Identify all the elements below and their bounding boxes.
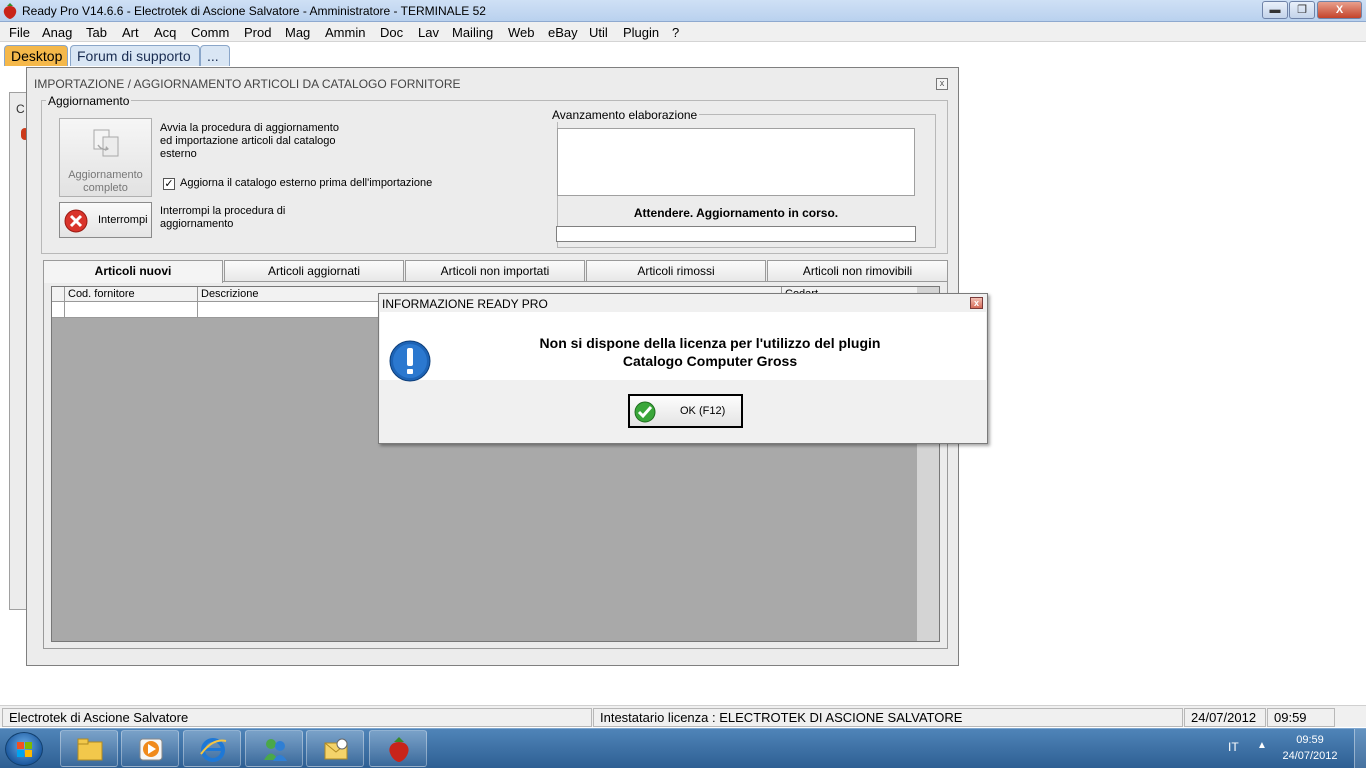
tab-forum[interactable]: Forum di supporto: [70, 45, 200, 66]
status-message: Attendere. Aggiornamento in corso.: [633, 206, 839, 220]
menu-web[interactable]: Web: [508, 25, 535, 40]
menu-ammin[interactable]: Ammin: [325, 25, 365, 40]
tab-articoli-non-rimovibili[interactable]: Articoli non rimovibili: [767, 260, 948, 281]
aggiornamento-button-label: Aggiornamento: [68, 169, 143, 181]
clock-date[interactable]: 24/07/2012: [1276, 750, 1344, 762]
aggiornamento-description: ed importazione articoli dal catalogo: [160, 135, 336, 147]
media-player-icon: [139, 738, 163, 761]
menu-prod[interactable]: Prod: [244, 25, 271, 40]
background-window-label: C: [16, 102, 25, 116]
ready-pro-icon: [389, 737, 409, 762]
tab-articoli-aggiornati[interactable]: Articoli aggiornati: [224, 260, 404, 281]
menu-comm[interactable]: Comm: [191, 25, 229, 40]
tab-articoli-non-importati[interactable]: Articoli non importati: [405, 260, 585, 281]
menu-acq[interactable]: Acq: [154, 25, 176, 40]
info-dialog-title-bar: INFORMAZIONE READY PRO x: [379, 294, 987, 312]
internet-explorer-icon: [200, 738, 227, 762]
progress-log: [557, 128, 915, 196]
dialog-title: IMPORTAZIONE / AGGIORNAMENTO ARTICOLI DA…: [34, 77, 461, 91]
column-header-cod-fornitore[interactable]: Cod. fornitore: [65, 287, 198, 302]
update-catalog-icon: [93, 129, 119, 157]
info-dialog-title: INFORMAZIONE READY PRO: [382, 297, 548, 311]
show-desktop-button[interactable]: [1354, 729, 1366, 768]
status-bar: Electrotek di Ascione Salvatore Intestat…: [0, 705, 1366, 727]
start-button[interactable]: [5, 732, 43, 766]
menu-mag[interactable]: Mag: [285, 25, 310, 40]
title-bar: Ready Pro V14.6.6 - Electrotek di Ascion…: [0, 0, 1366, 22]
language-indicator[interactable]: IT: [1228, 740, 1239, 754]
menu-file[interactable]: File: [9, 25, 30, 40]
menu-util[interactable]: Util: [589, 25, 608, 40]
menu-ebay[interactable]: eBay: [548, 25, 578, 40]
interrompi-description: aggiornamento: [160, 218, 234, 230]
interrompi-button-label: Interrompi: [98, 214, 148, 226]
tab-more[interactable]: ...: [200, 45, 230, 66]
menu-art[interactable]: Art: [122, 25, 139, 40]
windows-logo-icon: [17, 742, 32, 757]
info-dialog-close-button[interactable]: x: [970, 297, 983, 309]
ok-button[interactable]: OK (F12): [628, 394, 743, 428]
menu-doc[interactable]: Doc: [380, 25, 403, 40]
tab-articoli-nuovi[interactable]: Articoli nuovi: [43, 260, 223, 283]
maximize-button[interactable]: ❐: [1289, 1, 1315, 19]
taskbar-internet-explorer[interactable]: [183, 730, 241, 767]
taskbar-ready-pro[interactable]: [369, 730, 427, 767]
dialog-close-button[interactable]: x: [936, 78, 948, 90]
outlook-icon: [324, 738, 348, 760]
status-license: Intestatario licenza : ELECTROTEK DI ASC…: [593, 708, 1183, 727]
strawberry-app-icon: [3, 3, 17, 19]
info-dialog-body: Non si dispone della licenza per l'utili…: [380, 312, 986, 382]
tab-desktop[interactable]: Desktop: [4, 45, 68, 66]
exclamation-icon: [389, 340, 431, 382]
taskbar: IT ▲ 09:59 24/07/2012: [0, 728, 1366, 768]
clock-time[interactable]: 09:59: [1280, 734, 1340, 746]
status-date: 24/07/2012: [1184, 708, 1266, 727]
check-icon: [634, 401, 656, 423]
ok-button-label: OK (F12): [680, 405, 726, 417]
license-message: Non si dispone della licenza per l'utili…: [539, 335, 881, 351]
license-info-dialog: INFORMAZIONE READY PRO x Non si dispone …: [378, 293, 988, 444]
menu-anag[interactable]: Anag: [42, 25, 72, 40]
status-time: 09:59: [1267, 708, 1335, 727]
taskbar-explorer[interactable]: [60, 730, 118, 767]
menu-mailing[interactable]: Mailing: [452, 25, 493, 40]
progress-bar: [556, 226, 916, 242]
taskbar-messenger[interactable]: [245, 730, 303, 767]
interrompi-button[interactable]: Interrompi: [59, 202, 152, 238]
aggiornamento-completo-button[interactable]: Aggiornamento completo: [59, 118, 152, 197]
stop-icon: [64, 209, 88, 233]
window-title: Ready Pro V14.6.6 - Electrotek di Ascion…: [22, 4, 486, 18]
aggiornamento-description: Avvia la procedura di aggiornamento: [160, 122, 339, 134]
plugin-name: Catalogo Computer Gross: [622, 353, 798, 369]
grid-row-selector-header: [52, 287, 65, 302]
messenger-icon: [264, 739, 287, 761]
taskbar-outlook[interactable]: [306, 730, 364, 767]
update-external-catalog-checkbox[interactable]: ✓: [163, 178, 175, 190]
menu-lav[interactable]: Lav: [418, 25, 439, 40]
interrompi-description: Interrompi la procedura di: [160, 205, 286, 217]
aggiornamento-description: esterno: [160, 148, 197, 160]
aggiornamento-group-label: Aggiornamento: [46, 94, 132, 108]
menu-help[interactable]: ?: [672, 25, 679, 40]
menu-plugin[interactable]: Plugin: [623, 25, 659, 40]
status-company: Electrotek di Ascione Salvatore: [2, 708, 592, 727]
update-external-catalog-label[interactable]: Aggiorna il catalogo esterno prima dell'…: [180, 177, 432, 189]
menu-tab[interactable]: Tab: [86, 25, 107, 40]
avanzamento-group-label: Avanzamento elaborazione: [550, 108, 700, 122]
menu-bar: File Anag Tab Art Acq Comm Prod Mag Ammi…: [0, 22, 1366, 42]
taskbar-media-player[interactable]: [121, 730, 179, 767]
minimize-button[interactable]: ▬: [1262, 1, 1288, 19]
tab-articoli-rimossi[interactable]: Articoli rimossi: [586, 260, 766, 281]
aggiornamento-button-label-2: completo: [83, 182, 128, 194]
table-cell[interactable]: [65, 302, 198, 317]
row-selector[interactable]: [52, 302, 65, 317]
close-button[interactable]: X: [1317, 1, 1362, 19]
document-tabs: Desktop Forum di supporto ...: [0, 42, 1366, 66]
tray-expand-icon[interactable]: ▲: [1257, 740, 1267, 751]
explorer-icon: [77, 738, 103, 761]
